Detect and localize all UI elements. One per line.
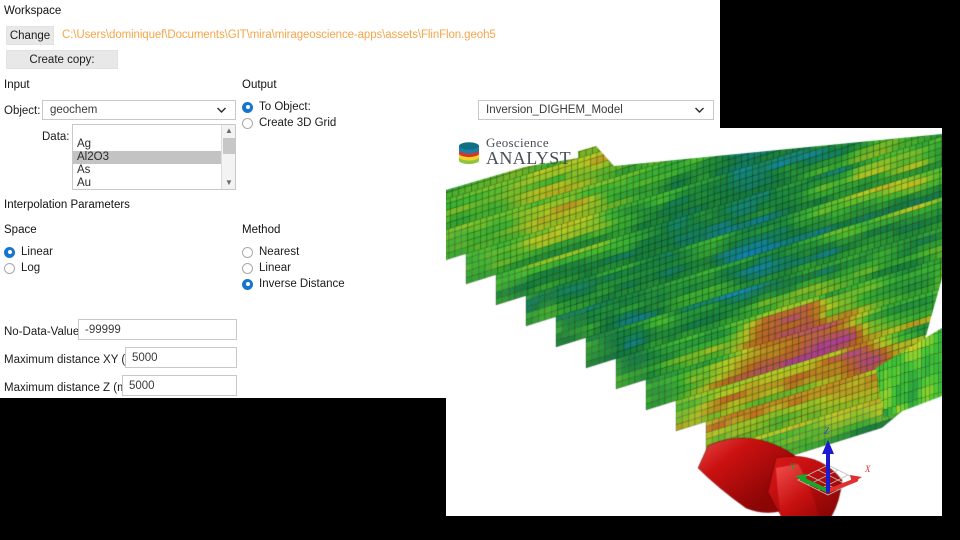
radio-method-inverse-distance-label: Inverse Distance [259, 278, 345, 290]
radio-method-linear[interactable]: Linear [242, 262, 291, 274]
input-section-label: Input [4, 79, 30, 91]
chevron-down-icon [694, 105, 705, 116]
radio-icon [4, 246, 15, 258]
radio-icon [242, 246, 253, 258]
interpolation-parameters-label: Interpolation Parameters [4, 199, 130, 211]
method-label: Method [242, 224, 281, 236]
data-listbox-items: Ag Al2O3 As Au [73, 125, 221, 189]
no-data-value-input[interactable] [78, 319, 237, 340]
radio-create-3d-grid[interactable]: Create 3D Grid [242, 117, 336, 129]
list-item[interactable]: As [73, 164, 221, 177]
radio-space-linear-label: Linear [21, 246, 53, 258]
object-select[interactable]: geochem [42, 100, 236, 120]
scrollbar-thumb[interactable] [223, 138, 235, 154]
max-distance-z-input[interactable] [122, 375, 237, 396]
radio-to-object[interactable]: To Object: [242, 101, 311, 113]
list-item-selected[interactable]: Al2O3 [73, 151, 221, 164]
radio-to-object-label: To Object: [259, 101, 311, 113]
3d-viewer-panel[interactable]: Geoscience ANALYST X Y Z [446, 128, 942, 516]
list-item[interactable]: Au [73, 177, 221, 189]
radio-method-nearest-label: Nearest [259, 246, 300, 258]
radio-space-log[interactable]: Log [4, 262, 40, 274]
create-copy-button[interactable]: Create copy: [6, 50, 118, 69]
workspace-label: Workspace [4, 5, 62, 17]
max-distance-z-label: Maximum distance Z (m) [4, 382, 131, 394]
radio-create-3d-grid-label: Create 3D Grid [259, 117, 337, 129]
scroll-down-icon[interactable]: ▼ [222, 177, 235, 189]
object-label: Object: [4, 105, 41, 117]
list-item[interactable]: Ag [73, 138, 221, 151]
scroll-up-icon[interactable]: ▲ [222, 125, 235, 137]
radio-icon [242, 101, 253, 113]
radio-icon [242, 117, 253, 129]
radio-method-inverse-distance[interactable]: Inverse Distance [242, 278, 345, 290]
radio-icon [242, 262, 253, 274]
output-object-select[interactable]: Inversion_DIGHEM_Model [478, 100, 714, 120]
workspace-path: C:\Users\dominiquef\Documents\GIT\mira\m… [62, 29, 496, 41]
radio-method-linear-label: Linear [259, 262, 291, 274]
data-listbox-scrollbar[interactable]: ▲ ▼ [221, 125, 235, 189]
3d-model-render[interactable] [446, 128, 942, 516]
change-workspace-button[interactable]: Change [6, 26, 54, 45]
space-label: Space [4, 224, 37, 236]
radio-space-log-label: Log [21, 262, 41, 274]
radio-method-nearest[interactable]: Nearest [242, 246, 299, 258]
object-select-value: geochem [50, 104, 98, 116]
radio-icon [4, 262, 15, 274]
list-item[interactable] [73, 125, 221, 138]
data-label: Data: [42, 131, 70, 143]
output-object-select-value: Inversion_DIGHEM_Model [486, 104, 623, 116]
radio-icon [242, 278, 253, 290]
data-listbox[interactable]: Ag Al2O3 As Au ▲ ▼ [72, 124, 236, 190]
max-distance-xy-input[interactable] [125, 347, 237, 368]
max-distance-xy-label: Maximum distance XY (m) [4, 354, 139, 366]
output-section-label: Output [242, 79, 277, 91]
no-data-value-label: No-Data-Value [4, 326, 80, 338]
chevron-down-icon [216, 105, 227, 116]
radio-space-linear[interactable]: Linear [4, 246, 53, 258]
